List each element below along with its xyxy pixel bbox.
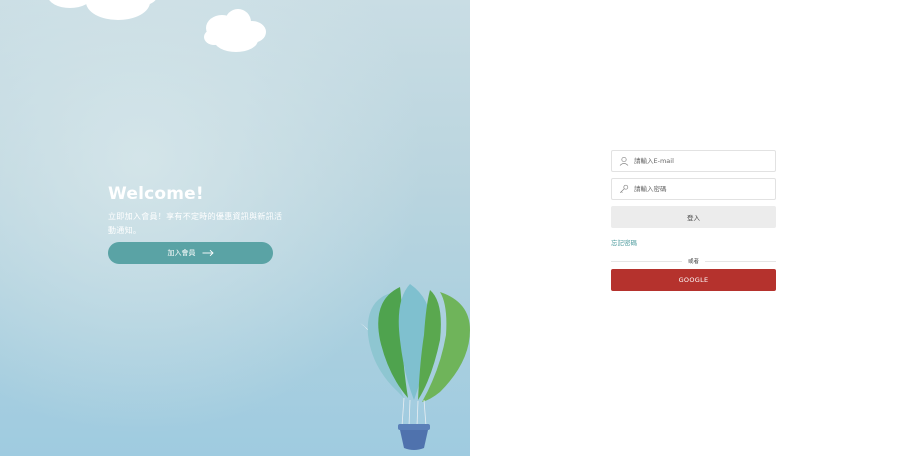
welcome-description: 立即加入會員！享有不定時的優惠資訊與新訊活動通知。	[108, 212, 283, 235]
hero-copy: Welcome! 立即加入會員！享有不定時的優惠資訊與新訊活動通知。	[108, 183, 288, 238]
login-button[interactable]: 登入	[611, 206, 776, 228]
email-input[interactable]	[634, 157, 764, 165]
hero-panel: Welcome! 立即加入會員！享有不定時的優惠資訊與新訊活動通知。 加入會員	[0, 0, 470, 456]
login-form: 登入 忘記密碼 或者 GOOGLE	[611, 150, 776, 291]
password-input[interactable]	[634, 185, 764, 193]
google-login-button[interactable]: GOOGLE	[611, 269, 776, 291]
welcome-title: Welcome!	[108, 184, 204, 204]
key-icon	[619, 184, 629, 194]
arrow-right-icon	[202, 249, 214, 257]
user-icon	[619, 156, 629, 166]
forgot-password-link[interactable]: 忘記密碼	[611, 237, 637, 247]
password-field-wrapper	[611, 178, 776, 200]
or-text: 或者	[681, 257, 705, 265]
login-panel: 登入 忘記密碼 或者 GOOGLE	[470, 0, 900, 456]
or-divider: 或者	[611, 256, 776, 266]
join-member-button[interactable]: 加入會員	[108, 242, 273, 264]
join-member-label: 加入會員	[167, 249, 196, 257]
email-field-wrapper	[611, 150, 776, 172]
login-page: Welcome! 立即加入會員！享有不定時的優惠資訊與新訊活動通知。 加入會員	[0, 0, 900, 456]
